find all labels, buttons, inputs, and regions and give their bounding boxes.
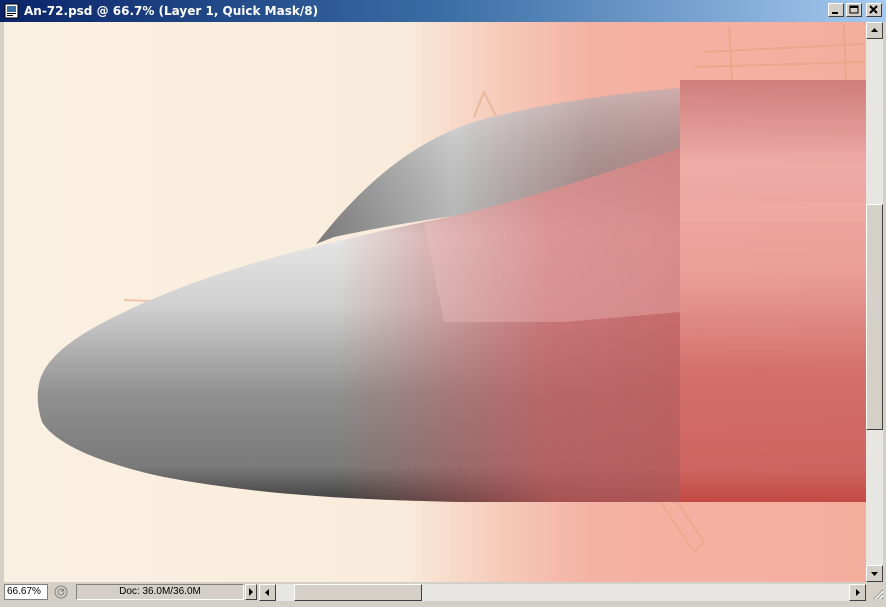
arrow-right-icon: [856, 589, 860, 596]
minimize-button[interactable]: [828, 3, 844, 17]
vertical-scrollbar[interactable]: [866, 22, 883, 582]
photoshop-document-icon: [4, 3, 19, 19]
arrow-left-icon: [265, 589, 269, 596]
arrow-up-icon: [871, 28, 878, 32]
arrow-right-icon: [249, 588, 253, 596]
status-bar: 66.67% Doc: 36.0M/36.0M: [0, 582, 886, 602]
resize-grip-icon: [873, 589, 884, 600]
scroll-up-button[interactable]: [866, 22, 883, 39]
canvas-artwork: [4, 22, 866, 582]
close-icon: [869, 5, 878, 14]
minimize-icon: [832, 12, 838, 14]
maximize-icon: [849, 5, 859, 14]
doc-size-info: Doc: 36.0M/36.0M: [76, 584, 244, 600]
image-canvas[interactable]: [4, 22, 866, 582]
horizontal-scrollbar[interactable]: [259, 584, 866, 601]
navigator-icon[interactable]: [53, 584, 69, 600]
window-controls: [828, 3, 882, 17]
scroll-down-button[interactable]: [866, 565, 883, 582]
resize-grip[interactable]: [866, 582, 886, 602]
scroll-left-button[interactable]: [259, 584, 276, 601]
window-title: An-72.psd @ 66.7% (Layer 1, Quick Mask/8…: [24, 4, 319, 18]
close-button[interactable]: [866, 3, 882, 17]
vertical-scroll-thumb[interactable]: [866, 204, 883, 430]
status-menu-button[interactable]: [245, 584, 257, 600]
arrow-down-icon: [871, 572, 878, 576]
zoom-input[interactable]: 66.67%: [4, 584, 48, 600]
horizontal-scroll-thumb[interactable]: [293, 584, 422, 601]
scroll-right-button[interactable]: [849, 584, 866, 601]
maximize-button[interactable]: [846, 3, 862, 17]
title-bar[interactable]: An-72.psd @ 66.7% (Layer 1, Quick Mask/8…: [0, 0, 886, 22]
document-window: An-72.psd @ 66.7% (Layer 1, Quick Mask/8…: [0, 0, 886, 602]
